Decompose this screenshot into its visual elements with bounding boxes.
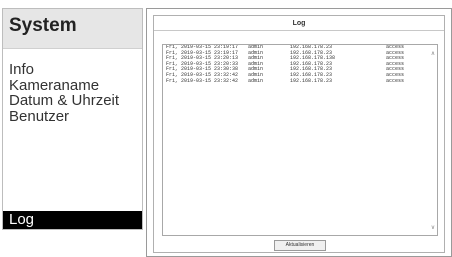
system-sidebar: System Info Kameraname Datum & Uhrzeit B… <box>2 8 143 230</box>
sidebar-item-info[interactable]: Info <box>3 62 142 78</box>
sidebar-title: System <box>9 15 77 36</box>
sidebar-item-kameraname[interactable]: Kameraname <box>3 77 142 94</box>
log-ip: 192.168.178.23 <box>290 77 333 84</box>
sidebar-item-log[interactable]: Log <box>3 211 142 229</box>
chevron-down-icon[interactable]: ∨ <box>430 225 436 231</box>
sidebar-item-datum-uhrzeit[interactable]: Datum & Uhrzeit <box>3 93 142 109</box>
log-rows: Fri, 2019-03-15 23:19:17 admin 192.168.1… <box>163 45 437 84</box>
sidebar-item-benutzer[interactable]: Benutzer <box>3 108 142 125</box>
log-window: Log Fri, 2019-03-15 23:19:17 admin 192.1… <box>153 15 445 253</box>
log-list[interactable]: Fri, 2019-03-15 23:19:17 admin 192.168.1… <box>162 44 438 236</box>
log-title: Log <box>154 16 444 31</box>
log-date: Fri, 2019-03-15 23:32:42 <box>166 77 239 84</box>
log-scrollbar[interactable]: ∧ ∨ <box>429 45 437 235</box>
log-row: Fri, 2019-03-15 23:32:42 admin 192.168.1… <box>163 77 437 85</box>
content-panel: Log Fri, 2019-03-15 23:19:17 admin 192.1… <box>146 8 452 257</box>
log-action: access <box>386 77 405 84</box>
sidebar-nav: Info Kameraname Datum & Uhrzeit Benutzer <box>3 62 142 124</box>
sidebar-header: System <box>3 9 142 49</box>
chevron-up-icon[interactable]: ∧ <box>430 51 436 57</box>
refresh-button[interactable]: Aktualisieren <box>274 240 326 251</box>
log-user: admin <box>248 77 264 84</box>
